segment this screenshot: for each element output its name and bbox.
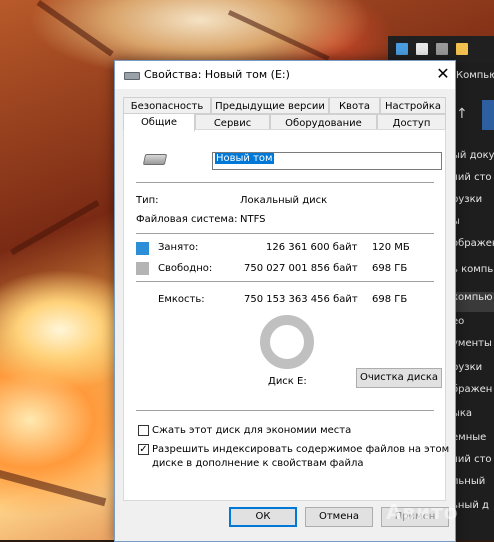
tab-security[interactable]: Безопасность (123, 97, 211, 114)
folder-icon[interactable] (456, 43, 468, 55)
explorer-list-item[interactable]: льный (452, 476, 494, 496)
tab-quota[interactable]: Квота (329, 97, 380, 114)
used-short: 120 МБ (372, 242, 410, 253)
explorer-list-item[interactable]: рузки (452, 362, 494, 382)
free-label: Свободно: (158, 263, 213, 274)
drive-icon (124, 72, 140, 80)
index-checkbox[interactable]: ✓ (138, 444, 149, 455)
index-label-line2[interactable]: диске в дополнение к свойствам файла (152, 458, 363, 469)
cancel-button[interactable]: Отмена (305, 507, 373, 527)
explorer-toolbar (388, 36, 494, 62)
explorer-list-item[interactable]: бражен (452, 384, 494, 404)
disk-usage-chart (260, 315, 314, 369)
dialog-titlebar: Свойства: Новый том (E:) ✕ (115, 61, 455, 89)
type-label: Тип: (136, 195, 159, 206)
compress-label[interactable]: Сжать этот диск для экономии места (152, 425, 351, 436)
address-icon[interactable] (482, 100, 494, 130)
explorer-list-item[interactable]: компью (452, 292, 494, 312)
drive-icon (142, 154, 168, 165)
volume-name-input[interactable]: Новый том (212, 152, 442, 170)
tab-customize[interactable]: Настройка (380, 97, 446, 114)
explorer-list-item[interactable]: емные (452, 432, 494, 452)
free-bytes: 750 027 001 856 байт (244, 263, 358, 274)
properties-dialog: Свойства: Новый том (E:) ✕ Безопасность … (114, 60, 456, 542)
free-space-swatch (136, 262, 149, 275)
index-label-line1[interactable]: Разрешить индексировать содержимое файло… (152, 444, 449, 455)
checklist-icon[interactable] (416, 43, 428, 55)
type-value: Локальный диск (240, 195, 328, 206)
explorer-list-item[interactable]: ь компь (452, 264, 494, 284)
capacity-bytes: 750 153 363 456 байт (244, 294, 358, 305)
avito-watermark: Авито (386, 500, 459, 524)
used-space-swatch (136, 242, 149, 255)
explorer-list-item[interactable]: ображен (452, 238, 494, 258)
capacity-short: 698 ГБ (372, 294, 408, 305)
explorer-list-item[interactable]: рузки (452, 194, 494, 214)
dialog-title: Свойства: Новый том (E:) (144, 68, 290, 81)
close-button[interactable]: ✕ (433, 63, 453, 85)
filesystem-label: Файловая система: (136, 214, 238, 225)
explorer-list-item[interactable]: чий сто (452, 454, 494, 474)
explorer-title: Компью (456, 70, 494, 81)
explorer-list-item[interactable]: ео (452, 316, 494, 336)
explorer-list-item[interactable]: ый доку (452, 150, 494, 170)
explorer-list-item[interactable]: ы (452, 216, 494, 236)
free-short: 698 ГБ (372, 263, 408, 274)
explorer-list-item[interactable]: ументы (452, 338, 494, 358)
compress-checkbox[interactable] (138, 425, 149, 436)
used-bytes: 126 361 600 байт (266, 242, 358, 253)
capacity-label: Емкость: (158, 294, 205, 305)
tab-general[interactable]: Общие (123, 113, 195, 132)
divider (136, 281, 434, 282)
monitor-icon[interactable] (396, 43, 408, 55)
divider (136, 233, 434, 234)
divider (136, 410, 434, 411)
trash-icon[interactable] (436, 43, 448, 55)
volume-name-text: Новый том (215, 153, 274, 164)
disk-label: Диск E: (268, 376, 307, 387)
divider (136, 182, 434, 183)
explorer-list-item[interactable]: ыка (452, 408, 494, 428)
used-label: Занято: (158, 242, 199, 253)
tab-previous-versions[interactable]: Предыдущие версии (211, 97, 329, 114)
ok-button[interactable]: ОК (229, 507, 297, 527)
filesystem-value: NTFS (240, 214, 266, 225)
disk-cleanup-button[interactable]: Очистка диска (356, 368, 442, 388)
up-arrow-icon[interactable]: ↑ (456, 106, 468, 122)
explorer-list-item[interactable]: чий сто (452, 172, 494, 192)
